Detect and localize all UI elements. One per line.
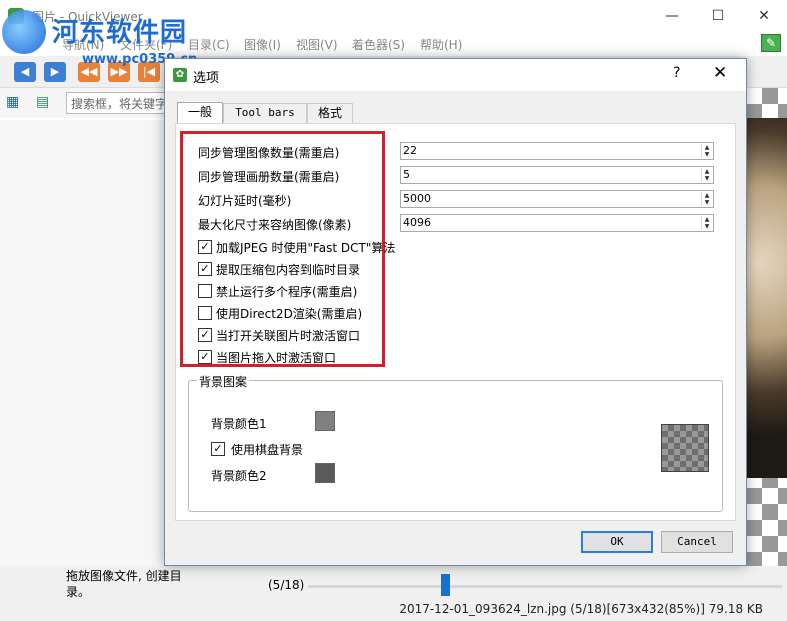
tab-general[interactable]: 一般 [177,102,223,123]
cancel-button[interactable]: Cancel [661,531,733,553]
activate-on-drop-checkbox[interactable]: ✓ [198,350,212,364]
single-instance-checkbox[interactable] [198,284,212,298]
page-counter: (5/18) [268,578,305,592]
fast-dct-label: 加载JPEG 时使用"Fast DCT"算法 [216,241,396,255]
dialog-close-button[interactable]: ✕ [713,63,727,83]
book-icon[interactable]: ▤ [36,94,54,110]
search-input[interactable]: 搜索框，将关键字 [66,92,166,114]
direct2d-label: 使用Direct2D渲染(需重启) [216,307,363,321]
background-pattern-group: 背景图案 背景颜色1 ✓ 使用棋盘背景 背景颜色2 [188,373,723,512]
close-button[interactable]: ✕ [741,0,787,32]
options-dialog: ✿ 选项 ? ✕ 一般 Tool bars 格式 同步管理图像数量(需重启) 2… [164,58,747,566]
activate-on-open-checkbox[interactable]: ✓ [198,328,212,342]
dialog-titlebar: ✿ 选项 ? ✕ [165,59,746,91]
slideshow-delay-label: 幻灯片延时(毫秒) [198,194,292,208]
bg-color2-swatch[interactable] [315,463,335,483]
watermark-logo-icon [2,10,46,54]
sync-albums-spinbox[interactable]: 5 ▲ ▼ [400,166,714,184]
checker-preview [661,424,709,472]
dialog-app-icon: ✿ [173,68,187,82]
checker-label: 使用棋盘背景 [231,443,304,457]
background-group-title: 背景图案 [197,373,250,390]
spin-arrows-icon[interactable]: ▲ ▼ [701,168,712,182]
checker-checkbox[interactable]: ✓ [211,442,225,456]
minimize-button[interactable]: — [649,0,695,32]
help-button[interactable]: ? [673,65,680,81]
activate-on-open-label: 当打开关联图片时激活窗口 [216,329,361,343]
single-instance-label: 禁止运行多个程序(需重启) [216,285,358,299]
sync-albums-label: 同步管理画册数量(需重启) [198,170,340,184]
bg-color1-swatch[interactable] [315,411,335,431]
bg-color1-label: 背景颜色1 [211,417,267,431]
spin-arrows-icon[interactable]: ▲ ▼ [701,144,712,158]
spin-arrows-icon[interactable]: ▲ ▼ [701,192,712,206]
watermark-text: 河东软件园 [52,18,188,48]
menu-view[interactable]: 视图(V) [296,36,338,53]
menu-image[interactable]: 图像(I) [244,36,281,53]
sync-images-label: 同步管理图像数量(需重启) [198,146,340,160]
activate-on-drop-label: 当图片拖入时激活窗口 [216,351,337,365]
maximize-button[interactable]: ☐ [695,0,741,32]
grid-icon[interactable]: ▦ [6,94,22,110]
spin-arrows-icon[interactable]: ▲ ▼ [701,216,712,230]
menu-help[interactable]: 帮助(H) [420,36,462,53]
max-size-label: 最大化尺寸来容纳图像(像素) [198,218,352,232]
status-hint: 拖放图像文件, 创建目录。 [66,569,182,599]
dialog-title: 选项 [193,71,220,86]
direct2d-checkbox[interactable] [198,306,212,320]
general-tab-panel: 同步管理图像数量(需重启) 22 ▲ ▼ 同步管理画册数量(需重启) 5 ▲ ▼ 幻… [175,123,736,521]
sync-images-spinbox[interactable]: 22 ▲ ▼ [400,142,714,160]
extract-archive-checkbox[interactable]: ✓ [198,262,212,276]
edit-icon[interactable]: ✎ [761,34,781,52]
file-info: 2017-12-01_093624_lzn.jpg (5/18)[673x432… [399,602,763,616]
slideshow-delay-spinbox[interactable]: 5000 ▲ ▼ [400,190,714,208]
menu-shader[interactable]: 着色器(S) [352,36,405,53]
image-preview [746,118,787,478]
catalog-panel[interactable] [0,120,166,566]
status-bar: 拖放图像文件, 创建目录。 (5/18) 2017-12-01_093624_l… [0,566,787,621]
extract-archive-label: 提取压缩包内容到临时目录 [216,263,361,277]
bg-color2-label: 背景颜色2 [211,469,267,483]
ok-button[interactable]: OK [581,531,653,553]
page-slider-track[interactable] [308,585,782,588]
max-size-spinbox[interactable]: 4096 ▲ ▼ [400,214,714,232]
tab-format[interactable]: 格式 [307,103,353,123]
fast-dct-checkbox[interactable]: ✓ [198,240,212,254]
page-slider-thumb[interactable] [440,574,450,596]
tab-toolbars[interactable]: Tool bars [223,103,307,123]
